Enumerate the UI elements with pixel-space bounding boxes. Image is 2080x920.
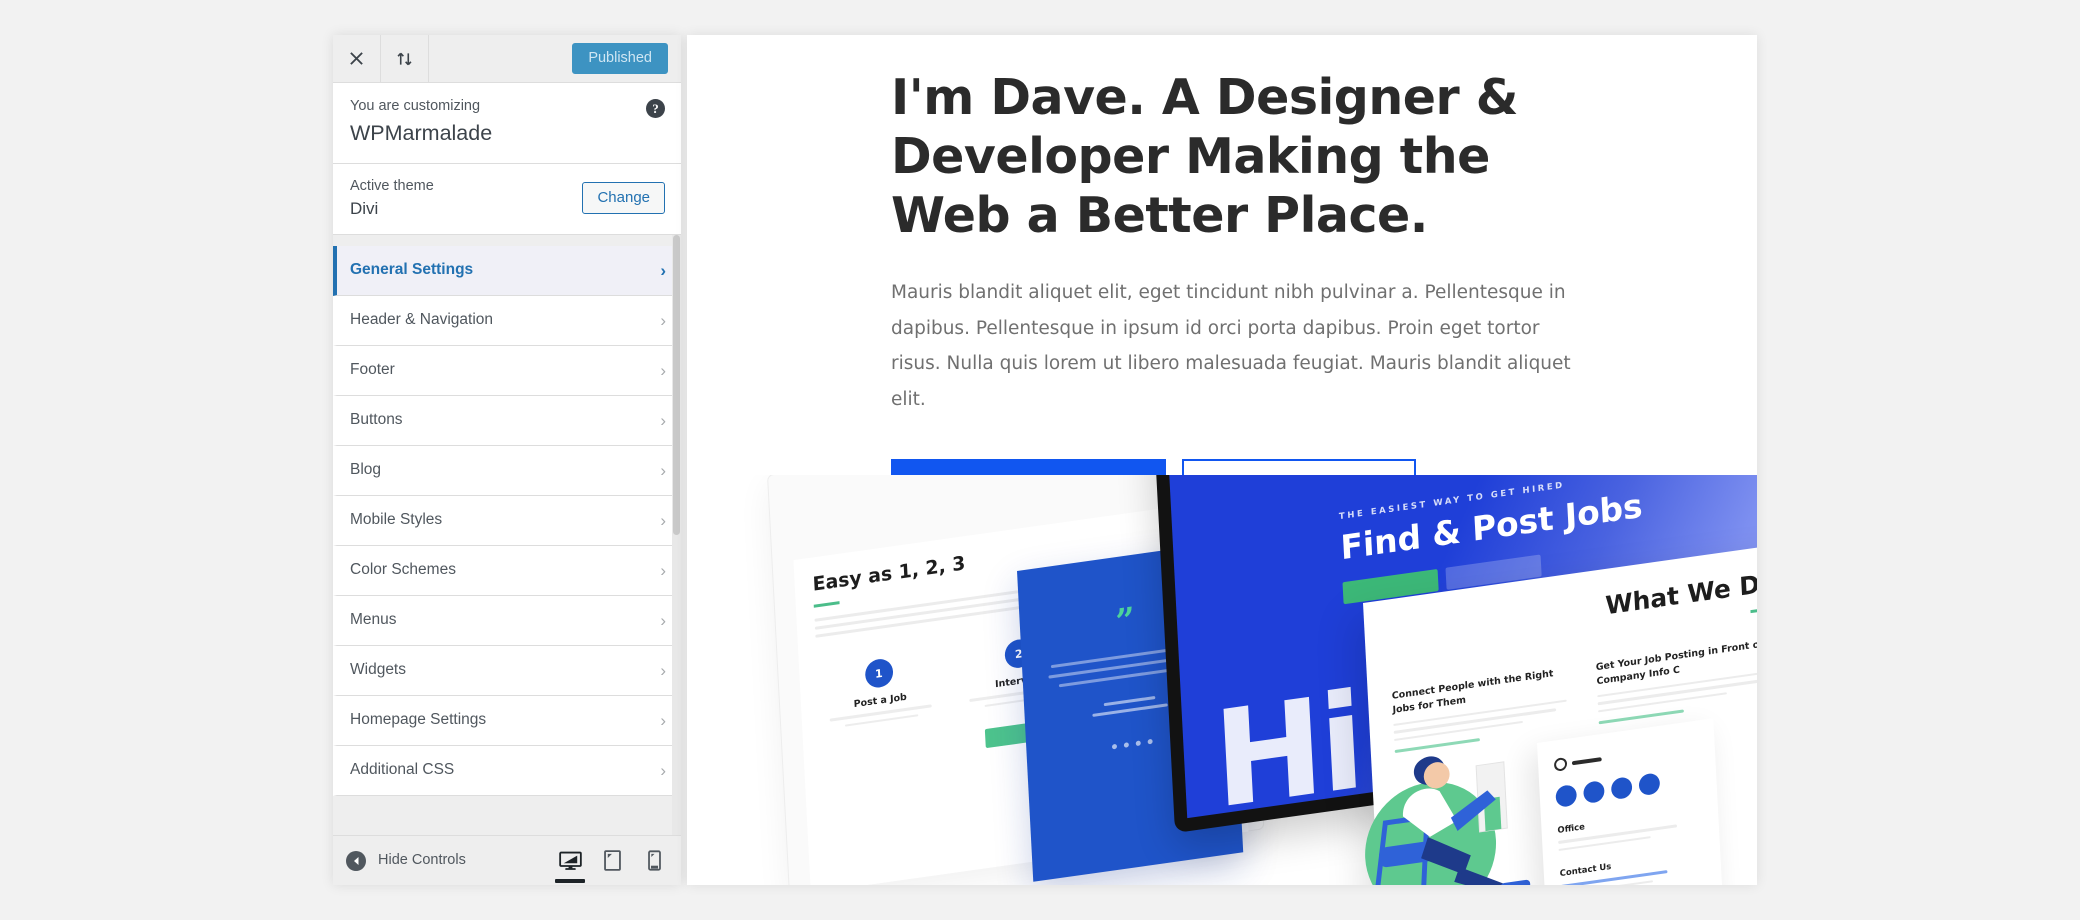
sidebar-section-mobile-styles[interactable]: Mobile Styles › (333, 495, 681, 546)
panel-accent-rule (1750, 606, 1757, 614)
chevron-right-icon: › (660, 410, 666, 430)
hero-mockup-artwork: Easy as 1, 2, 3 1Post a Job2Interview3Hi… (687, 475, 1757, 885)
sidebar-section-homepage-settings[interactable]: Homepage Settings › (333, 695, 681, 746)
sidebar-section-color-schemes[interactable]: Color Schemes › (333, 545, 681, 596)
chevron-right-icon: › (660, 710, 666, 730)
mobile-icon (647, 850, 661, 871)
sidebar-section-widgets[interactable]: Widgets › (333, 645, 681, 696)
chevron-right-icon: › (660, 610, 666, 630)
close-x-icon (350, 52, 363, 65)
close-customizer-button[interactable] (333, 35, 381, 82)
contact-card-sections: OfficeContact UsSubscribe for Updates & … (1557, 806, 1708, 885)
section-label: Homepage Settings (350, 711, 487, 729)
chevron-right-icon: › (660, 310, 666, 330)
sections-scroll-area: General Settings › Header & Navigation › Foo… (333, 234, 681, 835)
sidebar-section-additional-css[interactable]: Additional CSS › (333, 745, 681, 796)
site-preview-frame[interactable]: I'm Dave. A Designer & Developer Making … (687, 35, 1757, 885)
sidebar-section-footer[interactable]: Footer › (333, 345, 681, 396)
sidebar-section-menus[interactable]: Menus › (333, 595, 681, 646)
section-label: Color Schemes (350, 561, 456, 579)
screen-root: Published You are customizing WPMarmalad… (0, 0, 2080, 920)
section-label: Widgets (350, 661, 406, 679)
tablet-icon (603, 850, 621, 871)
card-text-line-2 (1558, 835, 1652, 852)
collapse-left-icon (346, 850, 366, 871)
hero-heading: I'm Dave. A Designer & Developer Making … (891, 69, 1518, 244)
active-theme-info: Active theme Divi (350, 177, 434, 220)
section-label: Footer (350, 361, 395, 379)
hero-section: I'm Dave. A Designer & Developer Making … (687, 35, 1757, 885)
desktop-preview-button[interactable] (549, 837, 591, 885)
chevron-right-icon: › (660, 460, 666, 480)
customizer-topbar: Published (333, 35, 681, 83)
contact-card-section: Contact Us (1560, 849, 1706, 885)
contact-card-section: Office (1557, 806, 1703, 852)
help-question-icon[interactable]: ? (646, 99, 665, 118)
chevron-right-icon: › (660, 660, 666, 680)
active-theme-label: Active theme (350, 177, 434, 194)
tablet-active-indicator (597, 879, 627, 883)
section-label: Menus (350, 611, 397, 629)
panel-item-link (1598, 709, 1684, 725)
contact-card-mockup: OfficeContact UsSubscribe for Updates & … (1537, 718, 1731, 885)
step-number: 1 (864, 657, 894, 690)
section-label: Mobile Styles (350, 511, 443, 529)
social-icon-2 (1582, 780, 1605, 805)
laptop-step: 1 Post a Job (817, 651, 942, 730)
chevron-right-icon: › (660, 560, 666, 580)
chevron-right-icon: › (660, 360, 666, 380)
hero-paragraph: Mauris blandit aliquet elit, eget tincid… (891, 282, 1571, 410)
chevron-right-icon: › (660, 760, 666, 780)
section-label: Blog (350, 461, 382, 479)
device-preview-buttons (549, 837, 675, 885)
hide-controls-label: Hide Controls (378, 852, 466, 869)
chevron-right-icon: › (660, 510, 666, 530)
sidebar-section-header-navigation[interactable]: Header & Navigation › (333, 295, 681, 346)
site-title: WPMarmalade (350, 120, 493, 145)
sections-list: General Settings › Header & Navigation › Foo… (333, 235, 681, 835)
sidebar-scrollbar[interactable] (672, 234, 681, 835)
section-label: General Settings (350, 261, 474, 279)
section-label: Additional CSS (350, 761, 455, 779)
collapse-sidebar-button[interactable] (381, 35, 429, 82)
customizing-eyebrow: You are customizing (350, 98, 481, 114)
sidebar-section-blog[interactable]: Blog › (333, 445, 681, 496)
chevron-right-icon: › (660, 260, 666, 280)
change-theme-button[interactable]: Change (582, 182, 665, 215)
tablet-preview-button[interactable] (591, 837, 633, 885)
desktop-active-indicator (555, 878, 585, 883)
desktop-icon (558, 851, 582, 870)
collapse-arrows-icon (397, 52, 412, 65)
sidebar-scrollbar-thumb[interactable] (673, 234, 680, 535)
social-icon-4 (1638, 772, 1661, 797)
publish-button[interactable]: Published (572, 42, 668, 75)
mockup-logo (1553, 738, 1699, 772)
panel-column: Get Your Job Posting in Front of Company… (1595, 635, 1757, 725)
customizer-panel: Published You are customizing WPMarmalad… (333, 35, 681, 885)
sidebar-section-buttons[interactable]: Buttons › (333, 395, 681, 446)
sidebar-section-general-settings[interactable]: General Settings › (333, 245, 681, 296)
section-label: Buttons (350, 411, 403, 429)
publish-area: Published (572, 35, 681, 82)
hide-controls-button[interactable]: Hide Controls (346, 850, 466, 871)
social-icons-row (1555, 767, 1701, 808)
social-icon-3 (1610, 776, 1633, 801)
customizer-footer-controls: Hide Controls (333, 835, 681, 885)
section-label: Header & Navigation (350, 311, 494, 329)
mobile-preview-button[interactable] (633, 837, 675, 885)
active-theme-name: Divi (350, 199, 379, 219)
active-theme-row: Active theme Divi Change (333, 163, 681, 235)
social-icon-1 (1555, 783, 1578, 808)
mobile-active-indicator (639, 879, 669, 883)
customizing-header: You are customizing WPMarmalade ? (333, 83, 681, 164)
laptop-accent-rule (813, 601, 840, 608)
